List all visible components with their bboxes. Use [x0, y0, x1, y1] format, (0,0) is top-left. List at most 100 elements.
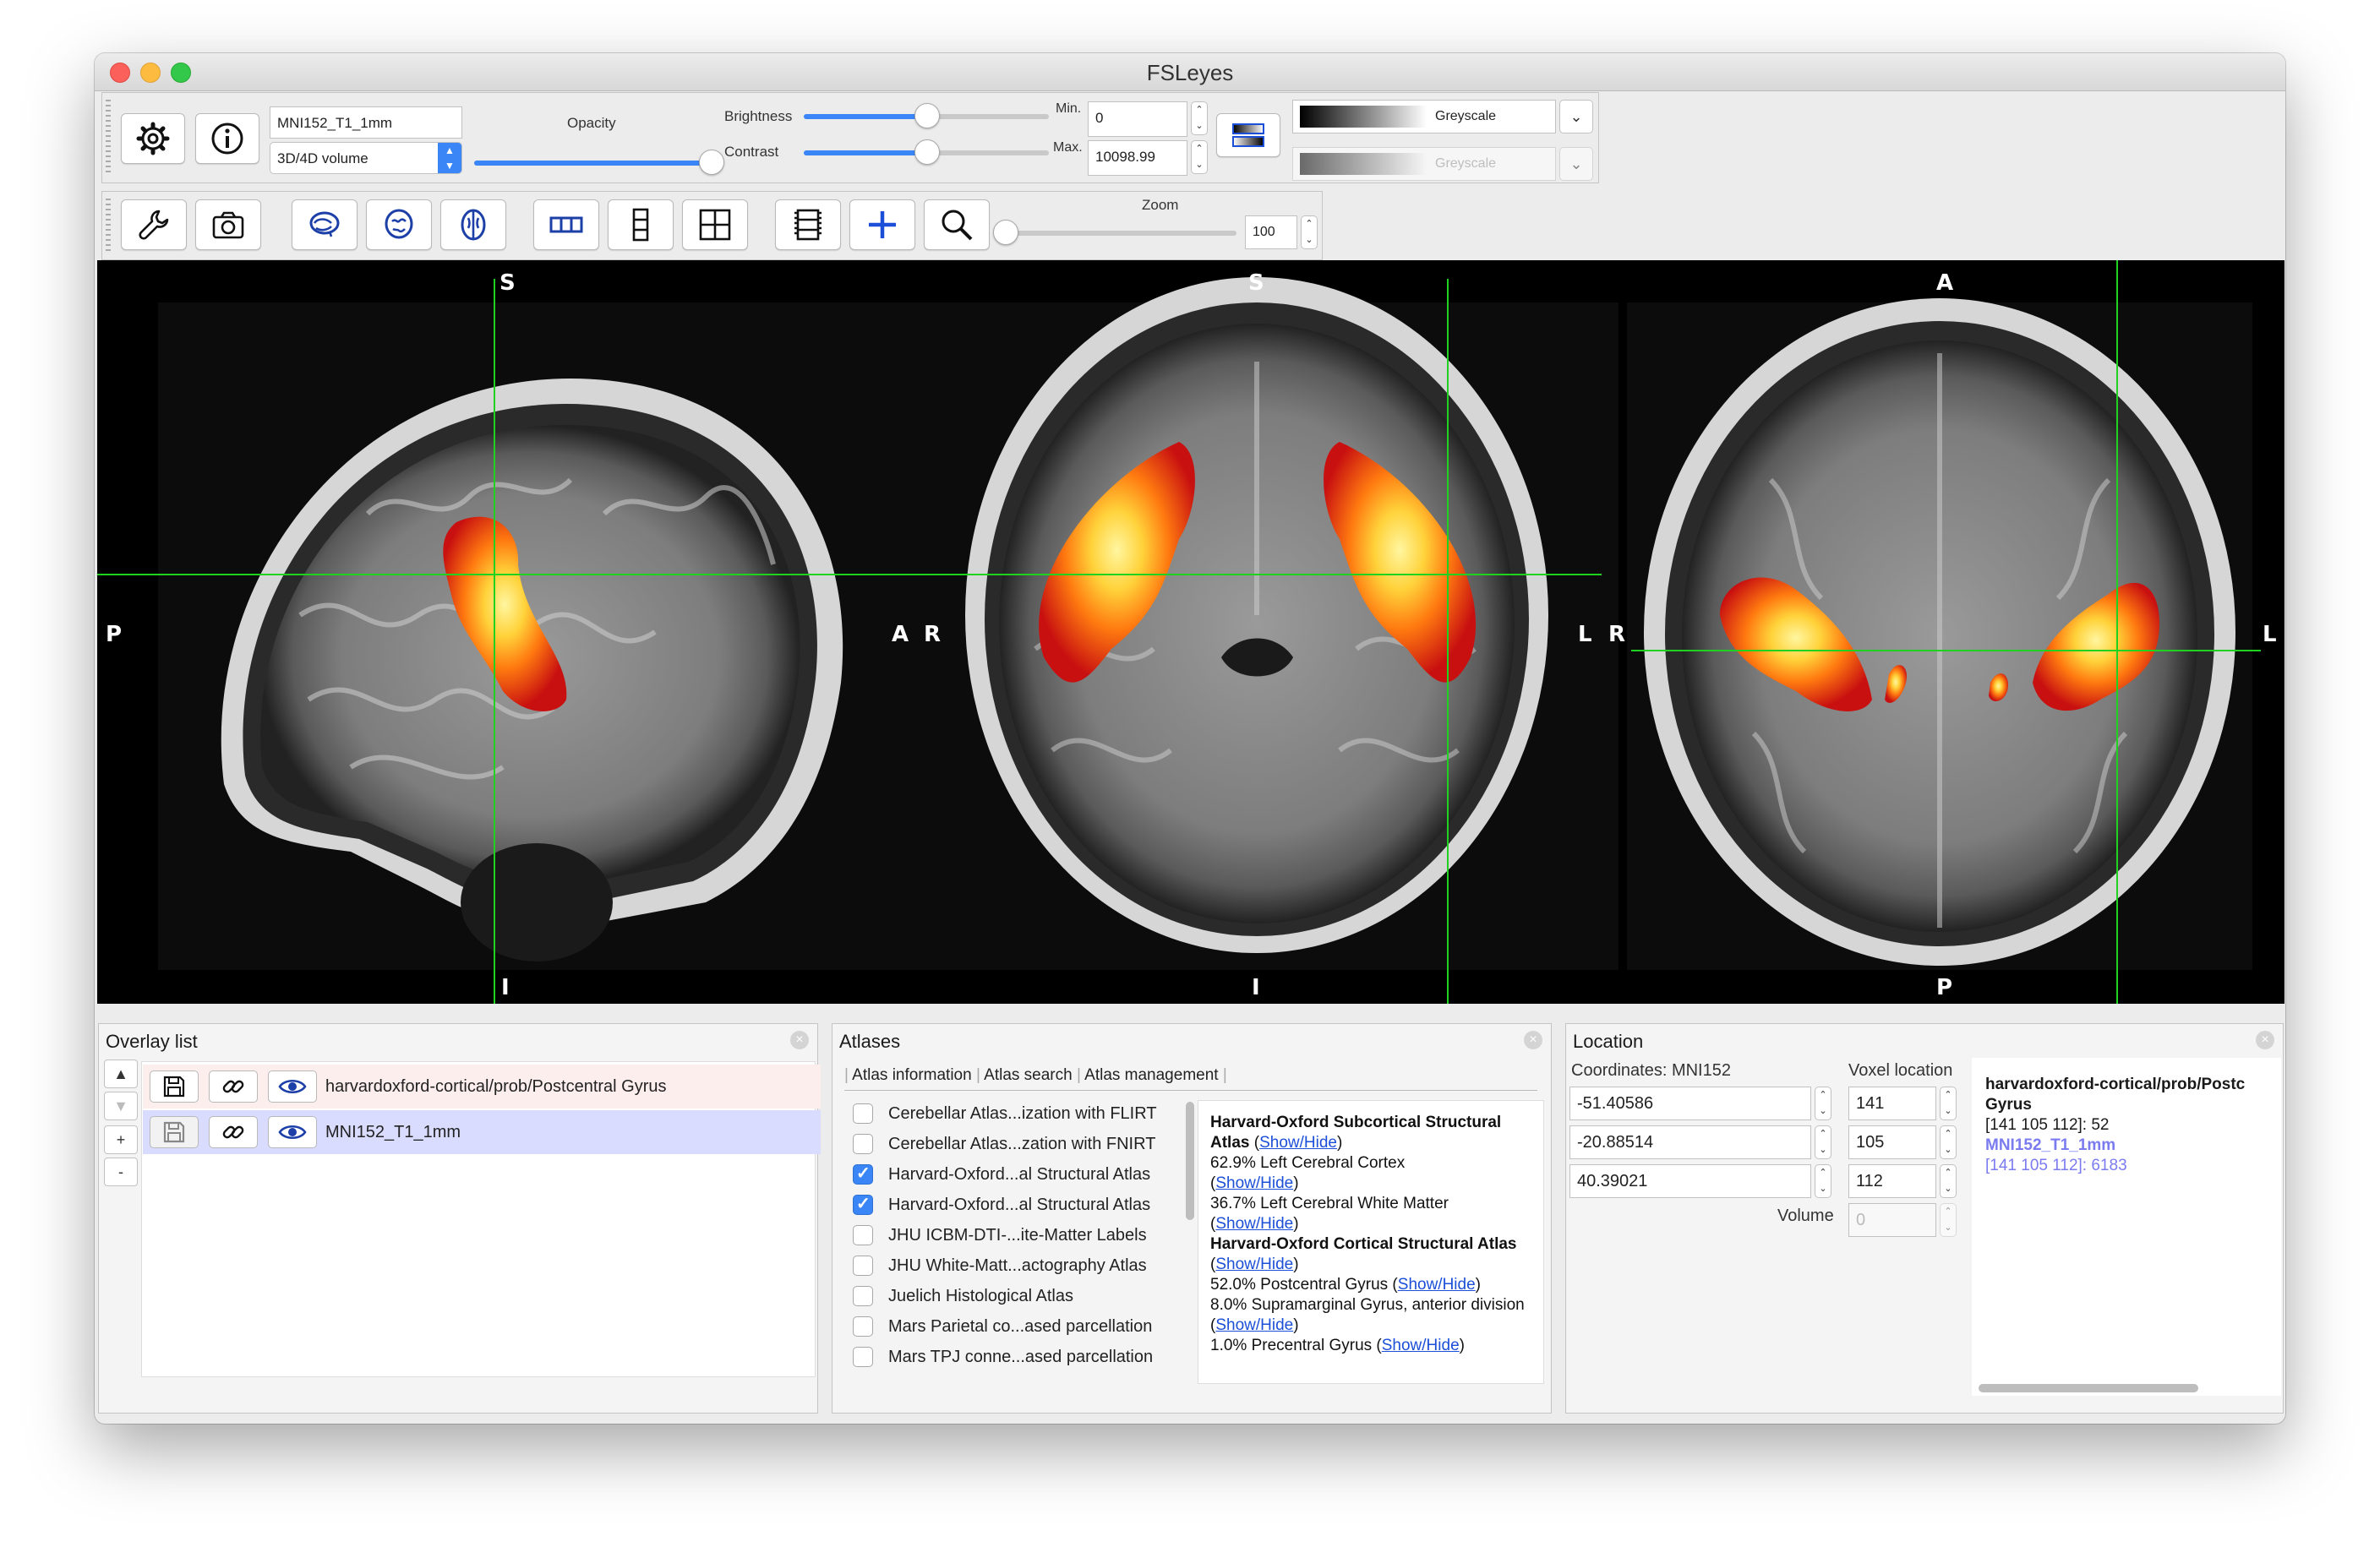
- view-settings-button[interactable]: [121, 199, 187, 250]
- voxel-x-field[interactable]: 141: [1848, 1087, 1936, 1120]
- show-hide-link[interactable]: Show/Hide: [1398, 1276, 1476, 1294]
- atlas-checkbox[interactable]: [853, 1134, 873, 1154]
- atlas-checkbox[interactable]: [853, 1286, 873, 1306]
- atlas-list-item[interactable]: Juelich Histological Atlas: [853, 1283, 1174, 1311]
- voxel-x-stepper[interactable]: ⌃ ⌄: [1940, 1087, 1957, 1120]
- atlas-checkbox[interactable]: [853, 1256, 873, 1276]
- atlas-checkbox[interactable]: [853, 1347, 873, 1367]
- colormap-dropdown-button[interactable]: ⌄: [1559, 100, 1593, 133]
- voxel-y-field[interactable]: 105: [1848, 1125, 1936, 1159]
- screenshot-button[interactable]: [195, 199, 261, 250]
- show-hide-link[interactable]: Show/Hide: [1215, 1215, 1293, 1233]
- save-overlay-button[interactable]: [150, 1070, 199, 1103]
- atlas-list-item[interactable]: JHU ICBM-DTI-...ite-Matter Labels: [853, 1222, 1174, 1250]
- atlas-checkbox[interactable]: [853, 1316, 873, 1337]
- show-hide-link[interactable]: Show/Hide: [1215, 1174, 1293, 1192]
- tab-atlas-management[interactable]: Atlas management: [1084, 1066, 1218, 1084]
- toggle-axial-button[interactable]: [440, 199, 506, 250]
- colormap-select[interactable]: Greyscale: [1292, 100, 1556, 133]
- close-location-button[interactable]: ×: [2256, 1031, 2274, 1049]
- link-overlay-button[interactable]: [209, 1116, 258, 1148]
- opacity-slider[interactable]: [474, 161, 711, 166]
- zoom-value-field[interactable]: 100: [1245, 215, 1297, 249]
- settings-button[interactable]: [121, 113, 185, 164]
- zoom-stepper[interactable]: ⌃ ⌄: [1301, 215, 1318, 249]
- max-value-field[interactable]: 10098.99: [1088, 140, 1187, 176]
- move-overlay-up-button[interactable]: ▲: [104, 1060, 138, 1088]
- zoom-slider[interactable]: [1005, 231, 1236, 236]
- link-overlay-button[interactable]: [209, 1070, 258, 1103]
- zoom-slider-knob[interactable]: [993, 220, 1018, 245]
- overlay-type-value: 3D/4D volume: [277, 150, 368, 166]
- atlas-list-scrollbar[interactable]: [1186, 1102, 1194, 1220]
- min-value-stepper[interactable]: ⌃ ⌄: [1191, 101, 1208, 135]
- min-value-field[interactable]: 0: [1088, 101, 1187, 137]
- atlas-list-item[interactable]: Harvard-Oxford...al Structural Atlas: [853, 1161, 1174, 1190]
- toggle-visibility-button[interactable]: [268, 1116, 317, 1148]
- voxel-z-stepper[interactable]: ⌃ ⌄: [1940, 1164, 1957, 1198]
- voxel-z-field[interactable]: 112: [1848, 1164, 1936, 1198]
- location-title: Location: [1573, 1031, 1644, 1052]
- atlas-checkbox-checked[interactable]: [853, 1163, 873, 1185]
- atlas-checkbox-checked[interactable]: [853, 1193, 873, 1215]
- coordinate-z-field[interactable]: 40.39021: [1569, 1164, 1811, 1198]
- coordinate-y-stepper[interactable]: ⌃ ⌄: [1815, 1125, 1831, 1159]
- coordinate-y-field[interactable]: -20.88514: [1569, 1125, 1811, 1159]
- coronal-brain-icon: [385, 209, 413, 239]
- remove-overlay-button[interactable]: -: [104, 1158, 138, 1186]
- close-atlases-button[interactable]: ×: [1524, 1031, 1542, 1049]
- atlas-list-item[interactable]: Cerebellar Atlas...ization with FLIRT: [853, 1100, 1174, 1129]
- negative-colormap-select[interactable]: Greyscale: [1292, 147, 1556, 181]
- toggle-visibility-button[interactable]: [268, 1070, 317, 1103]
- brightness-slider-knob[interactable]: [914, 103, 940, 128]
- horizontal-layout-button[interactable]: [533, 199, 599, 250]
- overlay-name-field[interactable]: MNI152_T1_1mm: [270, 106, 462, 139]
- location-info-area: harvardoxford-cortical/prob/Postc Gyrus …: [1972, 1058, 2281, 1396]
- atlas-list-item[interactable]: Mars TPJ conne...ased parcellation: [853, 1343, 1174, 1372]
- max-value-stepper[interactable]: ⌃ ⌄: [1191, 140, 1208, 174]
- overlay-row-selected[interactable]: MNI152_T1_1mm: [143, 1110, 821, 1154]
- toggle-cursor-button[interactable]: [849, 199, 915, 250]
- atlas-checkbox[interactable]: [853, 1103, 873, 1124]
- show-hide-link[interactable]: Show/Hide: [1382, 1337, 1460, 1354]
- ortho-view-canvas[interactable]: S I P A S I R L A P R L: [97, 260, 2284, 1004]
- overlay-row[interactable]: harvardoxford-cortical/prob/Postcentral …: [143, 1065, 821, 1109]
- add-overlay-button[interactable]: +: [104, 1125, 138, 1154]
- coordinate-x-field[interactable]: -51.40586: [1569, 1087, 1811, 1120]
- atlas-checkbox[interactable]: [853, 1225, 873, 1245]
- subcortical-atlas-title: Harvard-Oxford Subcortical Structural At…: [1210, 1114, 1502, 1152]
- info-button[interactable]: [195, 113, 259, 164]
- coordinate-z-stepper[interactable]: ⌃ ⌄: [1815, 1164, 1831, 1198]
- toggle-coronal-button[interactable]: [366, 199, 432, 250]
- negative-colormap-dropdown-button[interactable]: ⌄: [1559, 147, 1593, 181]
- location-info-scrollbar[interactable]: [1979, 1384, 2198, 1392]
- overlay-type-select[interactable]: 3D/4D volume ▲ ▼: [270, 142, 462, 174]
- show-hide-link[interactable]: Show/Hide: [1259, 1134, 1337, 1152]
- vertical-layout-button[interactable]: [608, 199, 674, 250]
- toolbar-grip[interactable]: [106, 100, 111, 176]
- volume-field[interactable]: 0: [1848, 1203, 1936, 1237]
- zoom-tool-button[interactable]: [924, 199, 990, 250]
- tab-atlas-search[interactable]: Atlas search: [984, 1066, 1073, 1084]
- movie-mode-button[interactable]: [775, 199, 841, 250]
- show-hide-link[interactable]: Show/Hide: [1215, 1316, 1293, 1334]
- contrast-slider-knob[interactable]: [914, 139, 940, 165]
- close-overlay-list-button[interactable]: ×: [790, 1031, 809, 1049]
- coordinate-x-stepper[interactable]: ⌃ ⌄: [1815, 1087, 1831, 1120]
- atlas-list-item[interactable]: Mars Parietal co...ased parcellation: [853, 1313, 1174, 1342]
- atlas-list-item[interactable]: Cerebellar Atlas...zation with FNIRT: [853, 1130, 1174, 1159]
- grid-layout-button[interactable]: [682, 199, 748, 250]
- atlas-list-item[interactable]: Harvard-Oxford...al Structural Atlas: [853, 1191, 1174, 1220]
- tab-atlas-information[interactable]: Atlas information: [852, 1066, 972, 1084]
- show-hide-link[interactable]: Show/Hide: [1215, 1256, 1293, 1273]
- voxel-y-stepper[interactable]: ⌃ ⌄: [1940, 1125, 1957, 1159]
- volume-stepper[interactable]: ⌃ ⌄: [1940, 1203, 1957, 1237]
- toggle-sagittal-button[interactable]: [292, 199, 358, 250]
- move-overlay-down-button[interactable]: ▼: [104, 1092, 138, 1120]
- cortical-label-1: 52.0% Postcentral Gyrus: [1210, 1276, 1389, 1294]
- save-overlay-button[interactable]: [150, 1116, 199, 1148]
- atlas-list-item[interactable]: JHU White-Matt...actography Atlas: [853, 1252, 1174, 1281]
- toolbar-grip[interactable]: [106, 199, 111, 253]
- colour-bar-button[interactable]: [1216, 113, 1280, 157]
- opacity-slider-knob[interactable]: [699, 150, 724, 175]
